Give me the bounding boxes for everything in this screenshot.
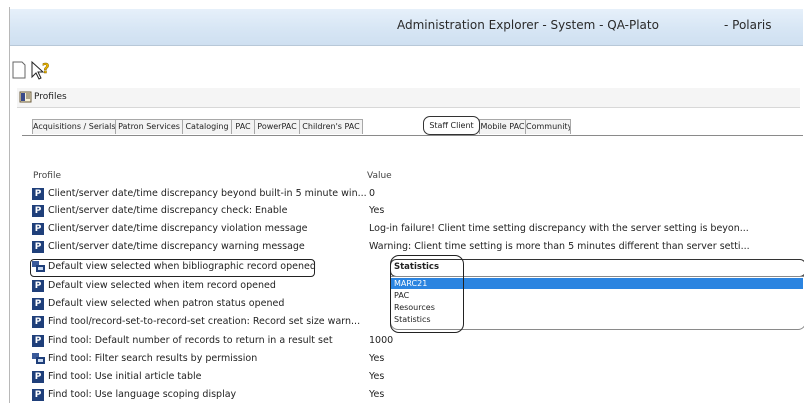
row-profile: Default view selected when patron status…	[48, 298, 285, 309]
help-cursor-icon[interactable]: ?	[30, 60, 52, 82]
profiles-header: Profiles	[17, 88, 800, 108]
row-value: Yes	[369, 371, 385, 382]
dropdown-option-statistics[interactable]: Statistics	[391, 314, 803, 325]
row-value: Yes	[369, 353, 385, 364]
profile-p-icon: P	[32, 389, 44, 401]
multi-profile-icon	[32, 261, 46, 273]
table-row[interactable]: P Client/server date/time discrepancy be…	[31, 187, 803, 203]
row-value: 0	[369, 188, 376, 199]
row-value: Yes	[369, 205, 385, 216]
tab-childrens-pac[interactable]: Children's PAC	[299, 119, 363, 134]
row-value: Log-in failure! Client time setting disc…	[369, 223, 749, 234]
profiles-label: Profiles	[34, 92, 67, 102]
tab-pac[interactable]: PAC	[231, 119, 255, 134]
default-view-dropdown[interactable]: Statistics	[390, 259, 804, 277]
row-profile: Find tool: Default number of records to …	[48, 335, 333, 346]
table-row[interactable]: P Find tool: Default number of records t…	[31, 334, 803, 350]
dropdown-option-marc21[interactable]: MARC21	[391, 278, 803, 289]
profile-p-icon: P	[32, 335, 44, 347]
window-title: Administration Explorer - System - QA-Pl…	[397, 18, 659, 32]
row-profile: Client/server date/time discrepancy viol…	[48, 223, 308, 234]
table-row[interactable]: P Find tool: Use language scoping displa…	[31, 388, 803, 404]
row-profile: Default view selected when bibliographic…	[48, 261, 316, 272]
profile-p-icon: P	[32, 316, 44, 328]
column-header-profile: Profile	[33, 171, 61, 181]
profile-p-icon: P	[32, 371, 44, 383]
tab-patron-services[interactable]: Patron Services	[115, 119, 183, 134]
row-profile: Default view selected when item record o…	[48, 280, 276, 291]
profile-p-icon: P	[32, 188, 44, 200]
tab-community[interactable]: Community	[525, 119, 571, 134]
dropdown-option-resources[interactable]: Resources	[391, 302, 803, 313]
profile-p-icon: P	[32, 223, 44, 235]
row-profile: Find tool: Use initial article table	[48, 371, 202, 382]
profile-p-icon: P	[32, 205, 44, 217]
table-row[interactable]: P Client/server date/time discrepancy wa…	[31, 240, 803, 256]
row-profile: Find tool: Filter search results by perm…	[48, 353, 258, 364]
row-value: 1000	[369, 335, 394, 346]
toolbar: ?	[10, 60, 310, 84]
dropdown-selected-value: Statistics	[394, 262, 440, 272]
page-icon[interactable]	[10, 60, 32, 82]
row-profile: Client/server date/time discrepancy warn…	[48, 241, 305, 252]
profile-p-icon: P	[32, 298, 44, 310]
tab-staff-client[interactable]: Staff Client	[423, 116, 480, 135]
column-header-value: Value	[367, 171, 392, 181]
profiles-icon	[19, 91, 32, 106]
dropdown-options-list[interactable]: MARC21 PAC Resources Statistics	[390, 276, 804, 330]
row-profile: Client/server date/time discrepancy beyo…	[48, 188, 367, 199]
row-value: Yes	[369, 389, 385, 400]
window-server-label: - Polaris	[724, 18, 772, 32]
tab-cataloging[interactable]: Cataloging	[182, 119, 232, 134]
table-row[interactable]: P Find tool: Use initial article table Y…	[31, 370, 803, 386]
table-row[interactable]: P Client/server date/time discrepancy ch…	[31, 204, 803, 220]
profile-p-icon: P	[32, 241, 44, 253]
table-row-selected[interactable]: Default view selected when bibliographic…	[30, 259, 316, 277]
table-row[interactable]: Find tool: Filter search results by perm…	[31, 352, 803, 368]
tab-acquisitions-serials[interactable]: Acquisitions / Serials	[32, 119, 116, 134]
svg-text:?: ?	[42, 62, 50, 77]
profile-p-icon: P	[32, 280, 44, 292]
multi-profile-icon	[32, 353, 46, 365]
tab-mobile-pac[interactable]: Mobile PAC	[479, 119, 526, 134]
row-profile: Client/server date/time discrepancy chec…	[48, 205, 288, 216]
profile-tabs: Acquisitions / Serials Patron Services C…	[22, 113, 803, 136]
row-profile: Find tool/record-set-to-record-set creat…	[48, 316, 361, 327]
tab-powerpac[interactable]: PowerPAC	[254, 119, 300, 134]
row-value: Warning: Client time setting is more tha…	[369, 241, 750, 252]
row-profile: Find tool: Use language scoping display	[48, 389, 237, 400]
table-row[interactable]: P Client/server date/time discrepancy vi…	[31, 222, 803, 238]
title-bar: Administration Explorer - System - QA-Pl…	[10, 9, 803, 46]
dropdown-option-pac[interactable]: PAC	[391, 290, 803, 301]
